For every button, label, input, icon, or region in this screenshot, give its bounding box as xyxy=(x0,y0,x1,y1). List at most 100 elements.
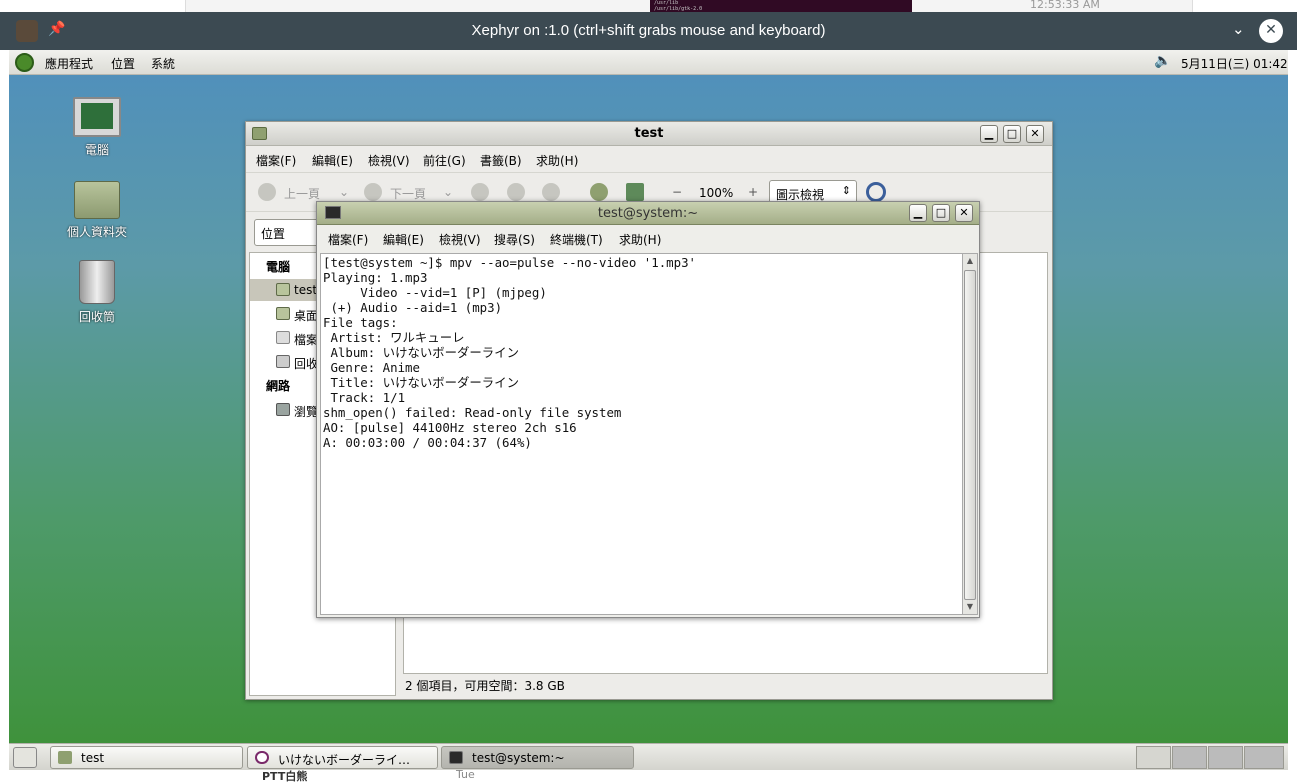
desktop-icon-trash[interactable]: 回收筒 xyxy=(52,260,142,325)
back-button[interactable]: 上一頁 xyxy=(284,185,320,202)
sidebar-item-label: 桌面 xyxy=(294,309,319,323)
forward-button[interactable]: 下一頁 xyxy=(390,185,426,202)
menu-bookmarks[interactable]: 書籤(B) xyxy=(480,152,522,169)
task-label: いけないボーダーライ… xyxy=(278,753,411,767)
network-icon xyxy=(276,403,290,416)
xephyr-screen: 應用程式 位置 系統 🔈 5月11日(三) 01:42 電腦 個人資料夾 回收筒… xyxy=(9,50,1288,770)
home-folder-icon xyxy=(276,283,290,296)
trash-icon xyxy=(276,355,290,368)
minimize-button[interactable]: ▁ xyxy=(909,204,927,222)
scroll-up-icon[interactable]: ▲ xyxy=(964,254,976,268)
menu-help[interactable]: 求助(H) xyxy=(536,152,578,169)
menu-edit[interactable]: 編輯(E) xyxy=(312,152,353,169)
computer-icon[interactable] xyxy=(626,183,644,201)
sidebar-header-network: 網路 xyxy=(266,379,291,393)
maximize-button[interactable]: □ xyxy=(1003,125,1021,143)
menu-places[interactable]: 位置 xyxy=(111,55,135,72)
menu-file[interactable]: 檔案(F) xyxy=(328,231,368,248)
task-button-terminal[interactable]: test@system:~ xyxy=(441,746,634,769)
terminal-line: (+) Audio --aid=1 (mp3) xyxy=(323,300,503,315)
file-manager-title: test xyxy=(634,126,664,141)
terminal-scrollbar[interactable]: ▲ ▼ xyxy=(962,253,978,615)
desktop-icon-home[interactable]: 個人資料夾 xyxy=(52,181,142,240)
terminal-line: Artist: ワルキューレ xyxy=(323,330,465,345)
home-folder-icon xyxy=(74,181,120,219)
task-button-media-player[interactable]: いけないボーダーライ… xyxy=(247,746,438,769)
sidebar-item-label: 回收 xyxy=(294,357,319,371)
maximize-button[interactable]: □ xyxy=(932,204,950,222)
home-icon[interactable] xyxy=(590,183,608,201)
terminal-titlebar[interactable]: test@system:~ ▁ □ ✕ xyxy=(317,202,979,225)
distro-logo-icon[interactable] xyxy=(15,53,34,72)
menu-view[interactable]: 檢視(V) xyxy=(439,231,481,248)
host-time: 12:53:33 AM xyxy=(1030,0,1100,11)
sidebar-item-label: test xyxy=(294,283,318,297)
menu-search[interactable]: 搜尋(S) xyxy=(494,231,535,248)
terminal-line: Playing: 1.mp3 xyxy=(323,270,428,285)
drive-icon xyxy=(276,331,290,344)
sidebar-item-label: 檔案 xyxy=(294,333,319,347)
terminal-screen[interactable]: [test@system ~]$ mpv --ao=pulse --no-vid… xyxy=(320,253,963,615)
terminal-line: Title: いけないボーダーライン xyxy=(323,375,519,390)
terminal-line: Track: 1/1 xyxy=(323,390,406,405)
scrollbar-thumb[interactable] xyxy=(964,270,976,600)
folder-icon xyxy=(58,751,72,764)
terminal-line: A: 00:03:00 / 00:04:37 (64%) xyxy=(323,435,532,450)
up-icon[interactable] xyxy=(471,183,489,201)
forward-arrow-icon xyxy=(364,183,382,201)
close-icon[interactable]: ✕ xyxy=(1259,19,1283,43)
workspace-1[interactable] xyxy=(1136,746,1171,769)
desktop-icon-computer[interactable]: 電腦 xyxy=(52,97,142,158)
top-panel: 應用程式 位置 系統 🔈 5月11日(三) 01:42 xyxy=(9,50,1288,75)
workspace-2[interactable] xyxy=(1172,746,1207,769)
media-player-icon xyxy=(255,751,269,764)
trash-icon xyxy=(79,260,115,304)
terminal-line: Genre: Anime xyxy=(323,360,420,375)
chevron-down-icon[interactable]: ⌄ xyxy=(1232,20,1245,38)
xephyr-titlebar[interactable]: 📌 Xephyr on :1.0 (ctrl+shift grabs mouse… xyxy=(0,12,1297,50)
menu-help[interactable]: 求助(H) xyxy=(619,231,661,248)
status-bar: 2 個項目，可用空間：3.8 GB xyxy=(405,679,565,693)
stop-icon[interactable] xyxy=(507,183,525,201)
sidebar-header-computer: 電腦 xyxy=(266,260,291,274)
workspace-3[interactable] xyxy=(1208,746,1243,769)
host-background-bottom: PTT白熊 Tue xyxy=(0,768,1297,783)
chevron-down-icon[interactable]: ⌄ xyxy=(443,185,453,199)
desktop-icon-label: 電腦 xyxy=(84,143,109,157)
reload-icon[interactable] xyxy=(542,183,560,201)
zoom-level[interactable]: 100% xyxy=(699,186,733,200)
desktop-icon-label: 個人資料夾 xyxy=(66,225,127,239)
view-mode-value: 圖示檢視 xyxy=(776,188,825,202)
chevron-down-icon[interactable]: ⌄ xyxy=(339,185,349,199)
terminal-line: Album: いけないボーダーライン xyxy=(323,345,519,360)
search-icon[interactable] xyxy=(866,182,886,202)
close-button[interactable]: ✕ xyxy=(1026,125,1044,143)
volume-icon[interactable]: 🔈 xyxy=(1154,53,1171,69)
menu-go[interactable]: 前往(G) xyxy=(423,152,466,169)
file-manager-menubar: 檔案(F) 編輯(E) 檢視(V) 前往(G) 書籤(B) 求助(H) xyxy=(246,147,1052,171)
terminal-menubar: 檔案(F) 編輯(E) 檢視(V) 搜尋(S) 終端機(T) 求助(H) xyxy=(317,226,979,251)
terminal-window: test@system:~ ▁ □ ✕ 檔案(F) 編輯(E) 檢視(V) 搜尋… xyxy=(316,201,980,618)
task-button-file-manager[interactable]: test xyxy=(50,746,243,769)
minimize-button[interactable]: ▁ xyxy=(980,125,998,143)
panel-clock[interactable]: 5月11日(三) 01:42 xyxy=(1181,55,1288,72)
terminal-line: File tags: xyxy=(323,315,398,330)
menu-file[interactable]: 檔案(F) xyxy=(256,152,296,169)
back-arrow-icon xyxy=(258,183,276,201)
menu-terminal[interactable]: 終端機(T) xyxy=(550,231,603,248)
menu-edit[interactable]: 編輯(E) xyxy=(383,231,424,248)
sidebar-item-label: 瀏覽 xyxy=(294,405,319,419)
scroll-down-icon[interactable]: ▼ xyxy=(964,600,976,614)
menu-view[interactable]: 檢視(V) xyxy=(368,152,410,169)
terminal-title: test@system:~ xyxy=(597,206,699,221)
workspace-4[interactable] xyxy=(1244,746,1284,769)
bottom-panel: test いけないボーダーライ… test@system:~ xyxy=(9,743,1288,770)
chevron-updown-icon: ⇕ xyxy=(841,184,851,197)
show-desktop-button[interactable] xyxy=(13,747,37,768)
close-button[interactable]: ✕ xyxy=(955,204,973,222)
menu-system[interactable]: 系統 xyxy=(151,55,175,72)
zoom-out-button[interactable]: − xyxy=(672,185,682,199)
zoom-in-button[interactable]: + xyxy=(748,185,758,199)
file-manager-titlebar[interactable]: test ▁ □ ✕ xyxy=(246,122,1052,146)
menu-applications[interactable]: 應用程式 xyxy=(45,55,93,72)
